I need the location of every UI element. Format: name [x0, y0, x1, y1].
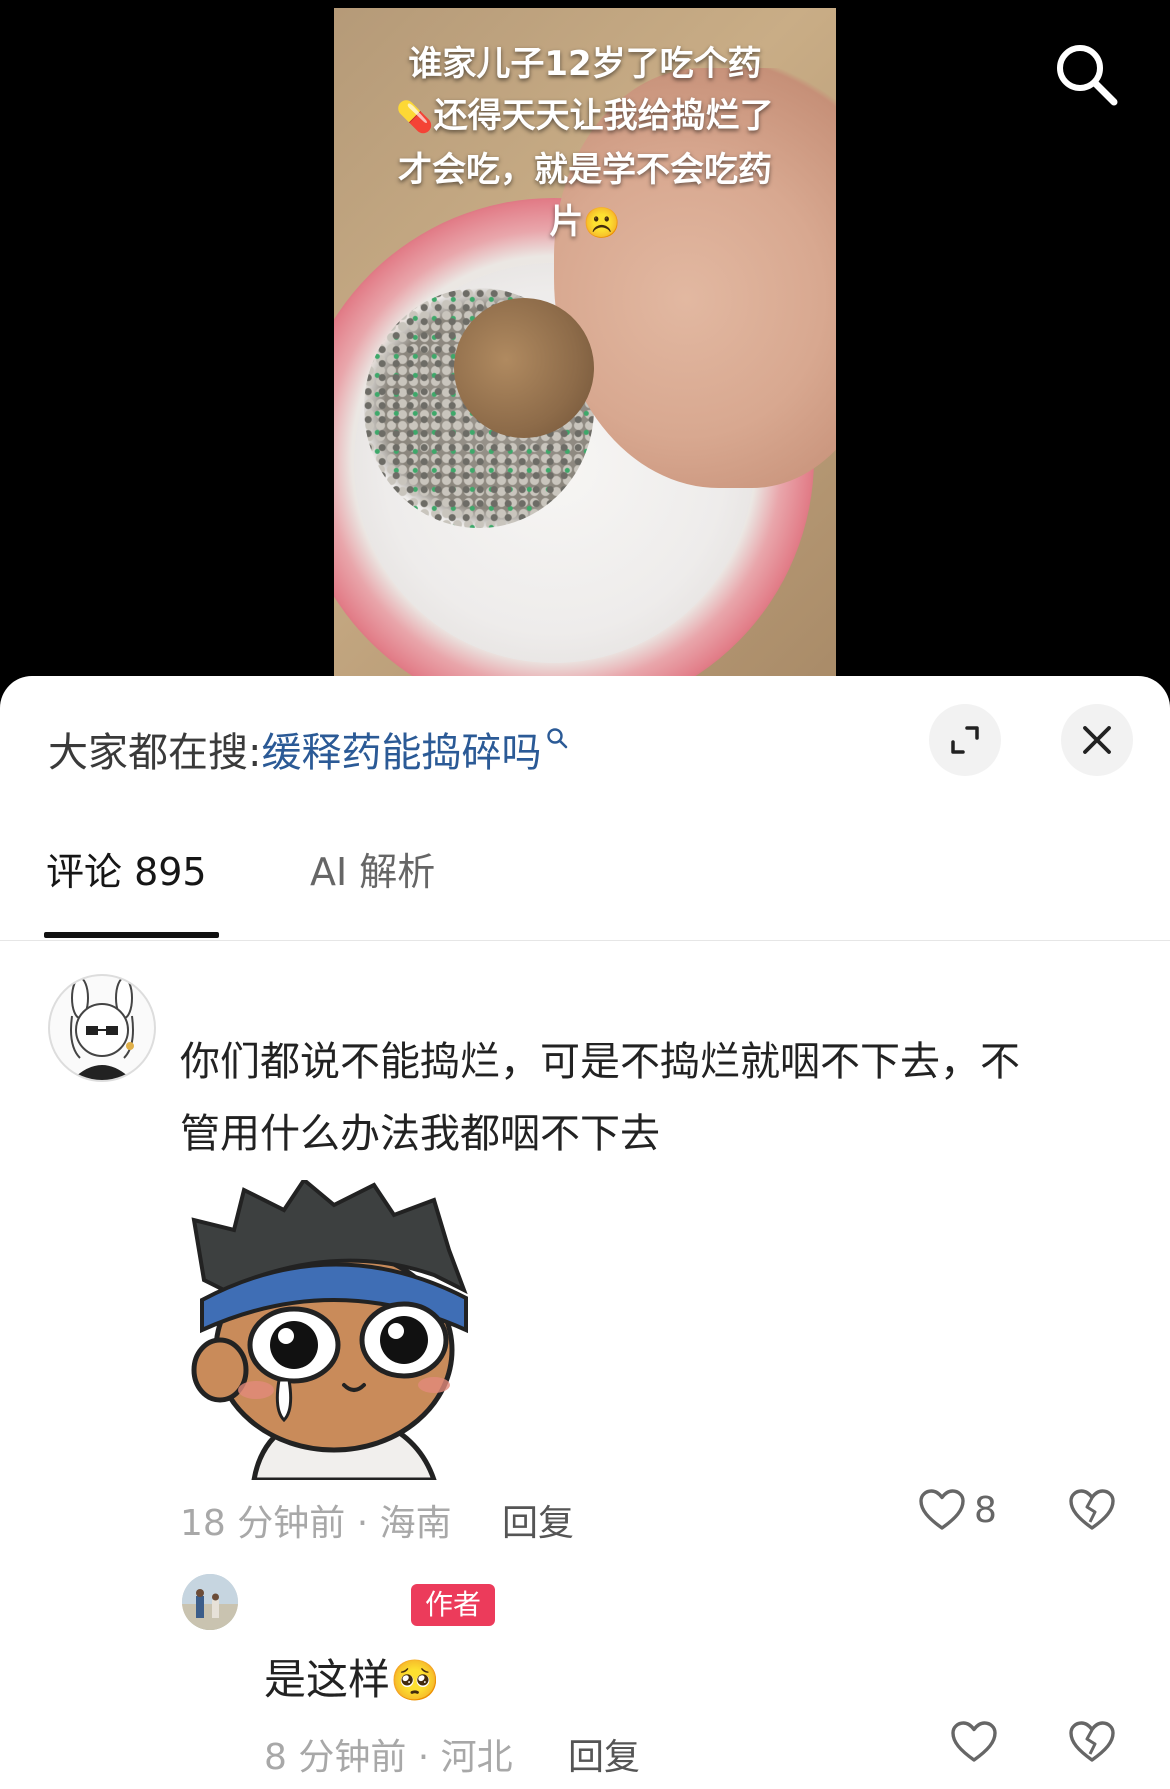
avatar[interactable] [48, 974, 156, 1082]
search-button[interactable] [1052, 40, 1120, 108]
close-button[interactable] [1061, 704, 1133, 776]
caption-line-1: 谁家儿子12岁了吃个药 [408, 44, 762, 84]
author-avatar[interactable] [182, 1574, 238, 1630]
comment-text: 你们都说不能捣烂，可是不捣烂就咽不下去，不 管用什么办法我都咽不下去 [180, 1026, 1130, 1170]
tab-ai-analysis[interactable]: AI 解析 [310, 836, 435, 908]
like-button-2[interactable] [950, 1720, 998, 1768]
video-frame[interactable]: 谁家儿子12岁了吃个药 💊还得天天让我给捣烂了 才会吃，就是学不会吃药 片☹️ [334, 8, 836, 680]
author-badge: 作者 [411, 1584, 495, 1626]
dislike-button-2[interactable] [1068, 1720, 1116, 1768]
tab-comments[interactable]: 评论 895 [46, 836, 207, 908]
caption-line-2: 💊还得天天让我给捣烂了 [334, 90, 836, 144]
video-caption: 谁家儿子12岁了吃个药 💊还得天天让我给捣烂了 才会吃，就是学不会吃药 片☹️ [334, 38, 836, 250]
tab-bar: 评论 895 AI 解析 [0, 836, 1170, 941]
like-count: 8 [974, 1489, 997, 1531]
active-tab-indicator [44, 932, 219, 938]
heart-icon [951, 1721, 997, 1762]
comment-sheet: 大家都在搜:缓释药能捣碎吗 评论 895 AI 解析 你们都说不能捣烂，可是不捣… [0, 676, 1170, 1789]
search-icon [1057, 45, 1118, 106]
reply-button[interactable]: 回复 [502, 1494, 574, 1546]
expand-button[interactable] [929, 704, 1001, 776]
broken-heart-icon [1069, 1721, 1115, 1762]
video-player[interactable]: 谁家儿子12岁了吃个药 💊还得天天让我给捣烂了 才会吃，就是学不会吃药 片☹️ [0, 0, 1170, 680]
caption-line-2-text: 还得天天让我给捣烂了 [433, 96, 774, 136]
pleading-emoji: 🥺 [390, 1658, 440, 1704]
like-button[interactable]: 8 [918, 1488, 997, 1532]
comment-text-line-1: 你们都说不能捣烂，可是不捣烂就咽不下去，不 [180, 1039, 1020, 1085]
reply-button-2[interactable]: 回复 [568, 1728, 640, 1780]
close-icon [1083, 726, 1111, 754]
reply-comment-body: 是这样 [264, 1655, 391, 1704]
sticker-image[interactable] [184, 1177, 476, 1483]
caption-line-4-text: 片 [549, 202, 584, 242]
reply-comment-text: 是这样🥺 [264, 1646, 440, 1707]
comment-meta: 18 分钟前 · 海南 [180, 1503, 452, 1544]
hot-search-term[interactable]: 缓释药能捣碎吗 [261, 730, 541, 776]
broken-heart-icon [1069, 1489, 1115, 1530]
pill-emoji: 💊 [396, 100, 434, 135]
hot-search-prefix: 大家都在搜: [48, 730, 262, 776]
small-search-icon [545, 714, 569, 760]
expand-icon [951, 726, 979, 754]
hot-search-bar: 大家都在搜:缓释药能捣碎吗 [48, 720, 569, 778]
heart-icon [919, 1489, 965, 1530]
frown-emoji: ☹️ [583, 206, 621, 241]
reply-comment-meta: 8 分钟前 · 河北 [264, 1737, 513, 1778]
caption-line-4: 片☹️ [334, 196, 836, 250]
comment-text-line-2: 管用什么办法我都咽不下去 [180, 1111, 660, 1157]
caption-line-3: 才会吃，就是学不会吃药 [398, 150, 772, 190]
dislike-button[interactable] [1068, 1488, 1116, 1536]
